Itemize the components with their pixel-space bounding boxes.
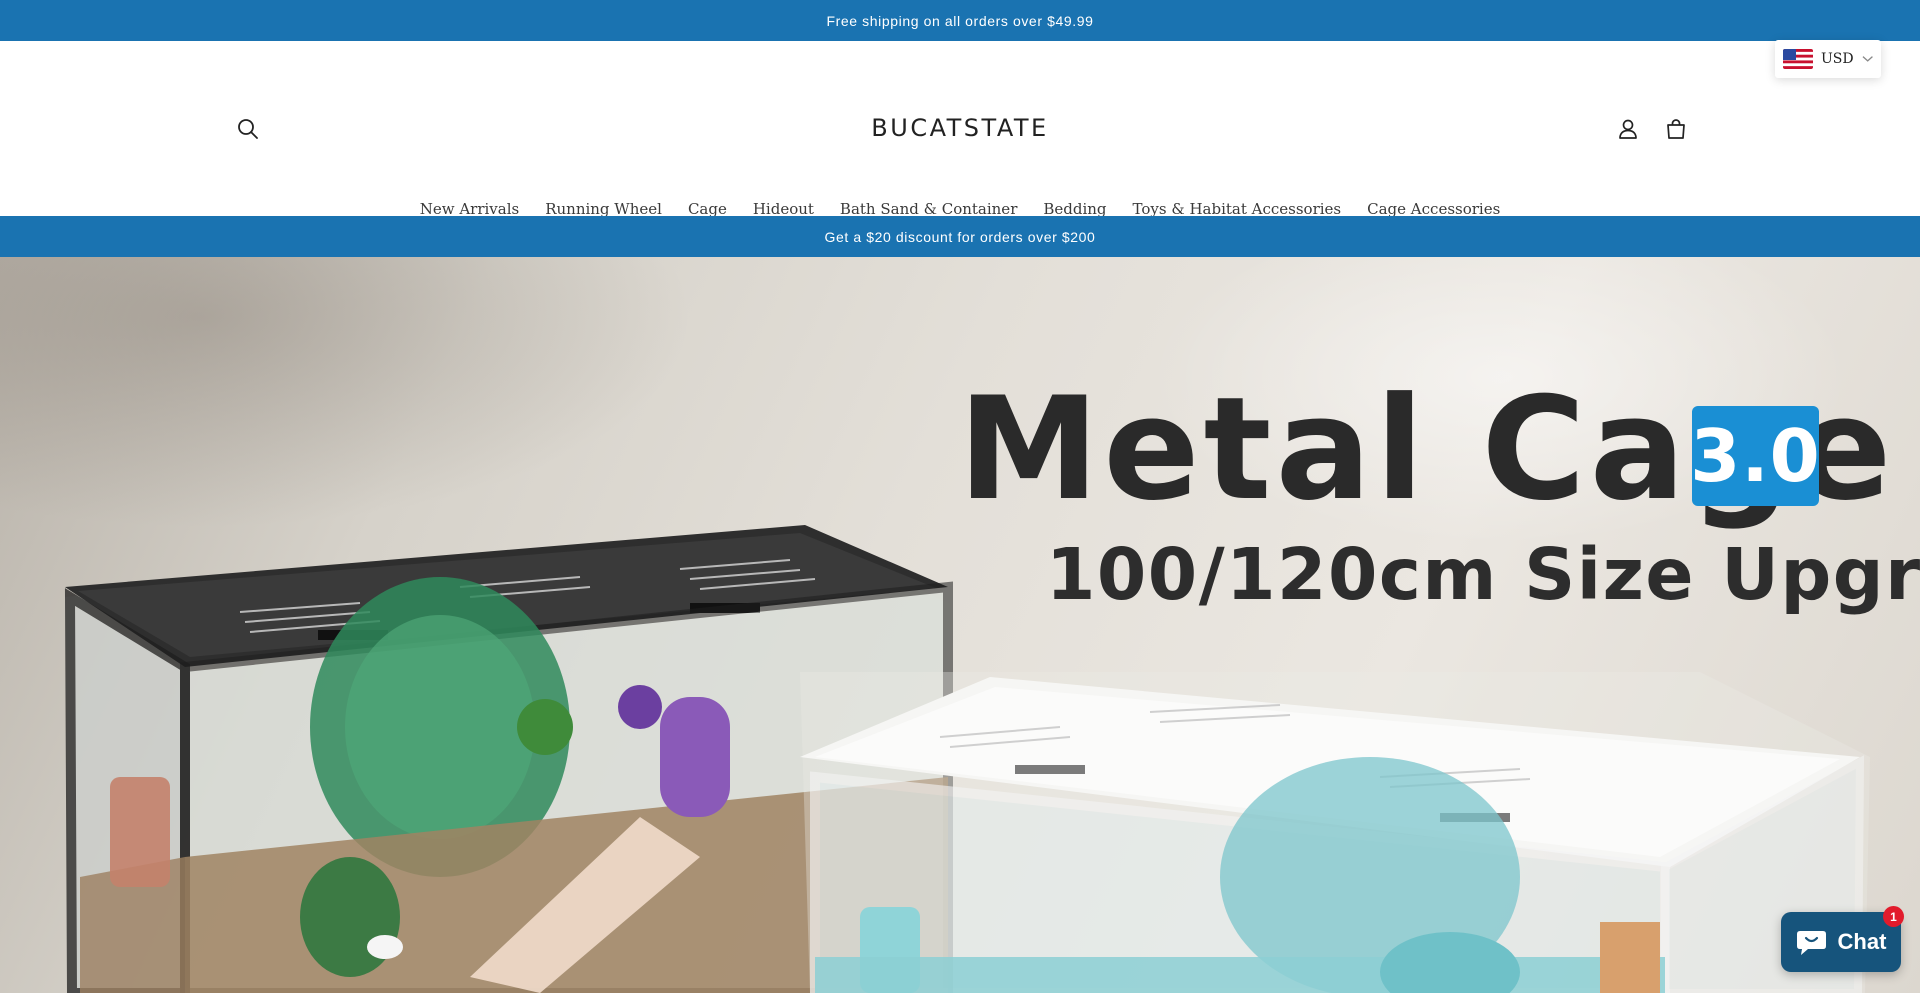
currency-selector[interactable]: USD <box>1775 40 1881 78</box>
hero-banner[interactable]: Metal Cage 3.0 100/120cm Size Upgrade <box>0 257 1920 993</box>
promo-text: Get a $20 discount for orders over $200 <box>824 228 1096 245</box>
currency-code: USD <box>1821 51 1854 67</box>
account-button[interactable] <box>1612 113 1644 145</box>
site-header: BUCATSTATE New Arrivals Running Wheel Ca… <box>0 41 1920 218</box>
hero-version-badge: 3.0 <box>1690 406 1820 506</box>
cart-button[interactable] <box>1660 113 1692 145</box>
chevron-down-icon <box>1862 56 1873 62</box>
cart-icon <box>1667 119 1685 139</box>
site-logo[interactable]: BUCATSTATE <box>871 114 1048 142</box>
promo-bar: Get a $20 discount for orders over $200 <box>0 216 1920 257</box>
announcement-bar: Free shipping on all orders over $49.99 <box>0 0 1920 41</box>
us-flag-icon <box>1783 49 1813 69</box>
chat-label: Chat <box>1837 929 1887 954</box>
chat-button[interactable]: Chat <box>1781 912 1901 972</box>
hero-subtitle: 100/120cm Size Upgrade <box>1046 533 1920 616</box>
chat-unread-badge: 1 <box>1883 906 1904 927</box>
search-icon <box>238 119 258 139</box>
announcement-text: Free shipping on all orders over $49.99 <box>826 12 1094 29</box>
account-icon <box>1619 119 1637 139</box>
chat-bubble-icon <box>1796 931 1826 955</box>
search-button[interactable] <box>232 113 264 145</box>
